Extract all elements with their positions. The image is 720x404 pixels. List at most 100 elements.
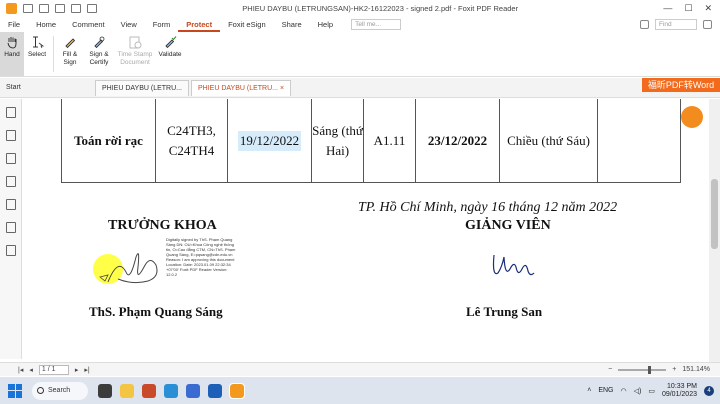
search-icon: [37, 386, 44, 394]
language-indicator[interactable]: ENG: [598, 387, 613, 394]
clock[interactable]: 10:33 PM 09/01/2023: [662, 383, 697, 399]
file-explorer-icon[interactable]: [120, 383, 134, 398]
prev-page-icon[interactable]: ◂: [29, 366, 33, 374]
office-icon[interactable]: [142, 383, 156, 398]
find-input[interactable]: Find: [655, 19, 697, 30]
timestamp-label-1: Time Stamp: [117, 51, 153, 58]
session2-cell: Chiều (thứ Sáu): [500, 99, 598, 183]
lightbulb-tip-icon[interactable]: [681, 106, 703, 128]
select-tool-button[interactable]: Select: [24, 32, 50, 76]
zoom-level[interactable]: 151.14%: [682, 366, 710, 373]
room-cell: A1.11: [364, 99, 416, 183]
hand-icon: [5, 35, 19, 49]
notification-badge[interactable]: 4: [704, 385, 714, 396]
menu-share[interactable]: Share: [274, 17, 310, 32]
tab-document-2-label: PHIEU DAYBU (LETRU...: [198, 84, 278, 92]
tab-document-1[interactable]: PHIEU DAYBU (LETRU...: [95, 79, 189, 96]
tell-me-input[interactable]: Tell me...: [351, 19, 402, 30]
comments-icon[interactable]: [5, 153, 16, 164]
tab-close-icon[interactable]: ×: [280, 85, 284, 92]
validate-button[interactable]: Validate: [155, 32, 185, 76]
zoom-slider[interactable]: [618, 365, 667, 374]
text-select-icon: [30, 35, 44, 49]
tab-start[interactable]: Start: [0, 84, 95, 91]
taskbar-search-button[interactable]: Search: [32, 381, 88, 400]
signature-details: Digitally signed by ThS. Phạm Quang Sáng…: [166, 237, 236, 277]
save-icon[interactable]: [55, 4, 65, 13]
menu-form[interactable]: Form: [145, 17, 179, 32]
tab-document-2[interactable]: PHIEU DAYBU (LETRU... ×: [191, 79, 292, 96]
print-icon[interactable]: [39, 4, 49, 13]
menu-foxit-esign[interactable]: Foxit eSign: [220, 17, 274, 32]
task-view-icon[interactable]: [98, 383, 112, 398]
pdf-page[interactable]: Toán rời rạc C24TH3, C24TH4 19/12/2022 S…: [23, 99, 709, 362]
search-icon[interactable]: [703, 20, 712, 29]
menu-protect[interactable]: Protect: [178, 17, 221, 32]
layers-icon[interactable]: [5, 176, 16, 187]
volume-icon[interactable]: ◁): [634, 387, 642, 395]
tray-chevron-icon[interactable]: ˄: [587, 387, 591, 394]
pdf-to-word-promo[interactable]: 福昕PDF转Word: [642, 78, 720, 92]
wifi-icon[interactable]: ◠: [621, 387, 627, 395]
vertical-scrollbar[interactable]: [709, 99, 720, 362]
first-page-icon[interactable]: |◂: [18, 366, 23, 374]
fill-sign-label-1: Fill &: [62, 51, 78, 58]
security-icon[interactable]: [5, 222, 16, 233]
dean-title: TRƯỞNG KHOA: [108, 218, 217, 233]
menu-view[interactable]: View: [113, 17, 145, 32]
foxit-logo-icon: [6, 3, 17, 14]
close-icon[interactable]: ✕: [704, 3, 712, 14]
sign-certify-label-1: Sign &: [89, 51, 109, 58]
menu-help[interactable]: Help: [310, 17, 341, 32]
timestamp-label-2: Document: [120, 59, 150, 66]
edge-icon[interactable]: [164, 383, 178, 398]
fill-sign-label-2: Sign: [63, 59, 77, 66]
session1-cell: Sáng (thứ Hai): [312, 99, 364, 183]
fill-sign-button[interactable]: Fill & Sign: [57, 32, 83, 76]
attachment-icon[interactable]: [5, 199, 16, 210]
battery-icon[interactable]: ▭: [648, 387, 655, 395]
sign-certify-button[interactable]: Sign & Certify: [83, 32, 115, 76]
digital-signature-field[interactable]: Digitally signed by ThS. Phạm Quang Sáng…: [78, 237, 235, 299]
hand-tool-button[interactable]: Hand: [0, 32, 24, 76]
table-row: Toán rời rạc C24TH3, C24TH4 19/12/2022 S…: [62, 99, 680, 183]
pen-icon: [63, 35, 77, 49]
sign-certify-label-2: Certify: [89, 59, 109, 66]
menu-home[interactable]: Home: [28, 17, 64, 32]
date2-cell: 23/12/2022: [416, 99, 500, 183]
menu-comment[interactable]: Comment: [64, 17, 113, 32]
undo-icon[interactable]: [71, 4, 81, 13]
minimize-icon[interactable]: —: [663, 3, 672, 14]
status-bar: |◂ ◂ 1 / 1 ▸ ▸| − + 151.14%: [0, 362, 720, 376]
maximize-icon[interactable]: ☐: [684, 3, 692, 14]
date-location: TP. Hồ Chí Minh, ngày 16 tháng 12 năm 20…: [358, 200, 618, 215]
windows-taskbar: Search ˄ ENG ◠ ◁) ▭ 10:33 PM 09/01/2023 …: [0, 377, 720, 404]
dean-signature-icon: [99, 253, 158, 284]
date1-cell: 19/12/2022: [228, 99, 312, 183]
zoom-in-icon[interactable]: +: [672, 366, 676, 373]
validate-icon: [163, 35, 177, 49]
redo-icon[interactable]: [87, 4, 97, 13]
foxit-taskbar-icon[interactable]: [229, 382, 245, 399]
subject-cell: Toán rời rạc: [62, 99, 156, 183]
windows-start-icon[interactable]: [8, 383, 22, 398]
signature-panel-icon[interactable]: [5, 245, 16, 256]
last-page-icon[interactable]: ▸|: [84, 366, 89, 374]
bookmark-icon[interactable]: [5, 130, 16, 141]
taskbar-search-label: Search: [48, 386, 71, 394]
open-file-icon[interactable]: [23, 4, 33, 13]
menu-file[interactable]: File: [0, 17, 28, 32]
zoom-thumb[interactable]: [648, 365, 652, 374]
next-page-icon[interactable]: ▸: [75, 366, 79, 374]
scroll-thumb[interactable]: [711, 179, 718, 249]
chrome-icon[interactable]: [186, 383, 200, 398]
lecturer-name: Lê Trung San: [466, 304, 543, 319]
user-icon[interactable]: [640, 20, 649, 29]
page-number-input[interactable]: 1 / 1: [38, 364, 69, 375]
clock-date: 09/01/2023: [661, 390, 697, 398]
pages-icon[interactable]: [5, 107, 16, 118]
window-title: PHIEU DAYBU (LETRUNGSAN)-HK2-16122023 - …: [242, 4, 519, 13]
mail-icon[interactable]: [208, 383, 222, 398]
zoom-out-icon[interactable]: −: [608, 366, 612, 373]
classes-cell: C24TH3, C24TH4: [156, 99, 228, 183]
